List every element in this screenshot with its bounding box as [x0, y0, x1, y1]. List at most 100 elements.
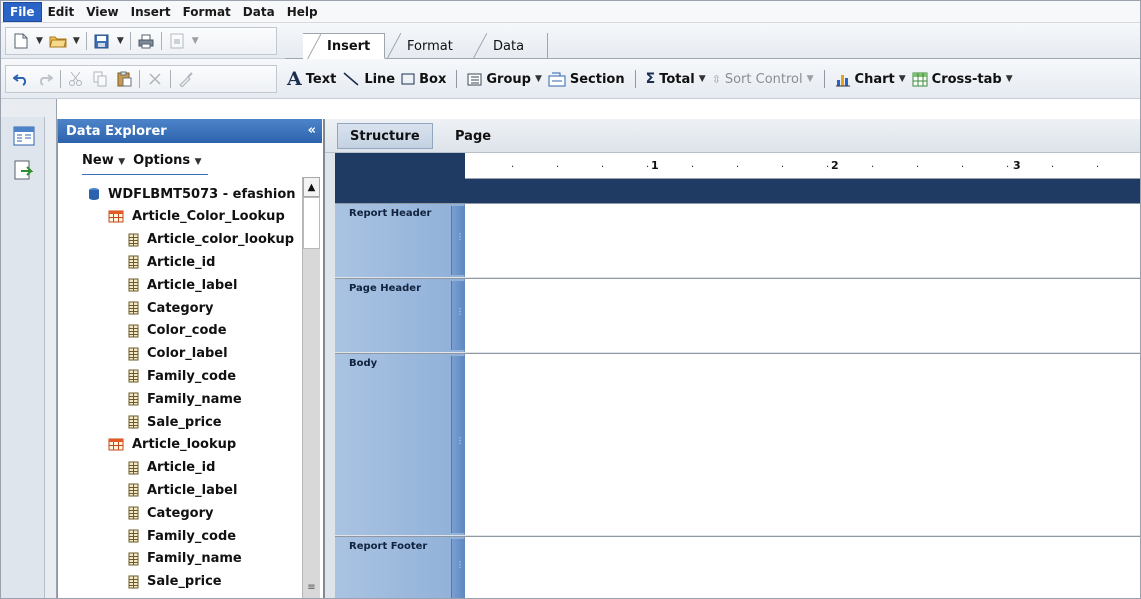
section-page-header[interactable]: Page Header ⋮ [335, 278, 1140, 352]
table-icon [108, 438, 124, 451]
insert-line-button[interactable]: Line [342, 71, 395, 87]
tree-field-item[interactable]: Family_code [128, 525, 236, 547]
crosstab-dropdown-caret-icon[interactable]: ▼ [1006, 74, 1013, 84]
field-icon [128, 347, 139, 361]
new-dropdown-caret-icon[interactable]: ▼ [36, 36, 43, 46]
tree-item-label: Category [147, 300, 214, 316]
tree-item-label: Sale_price [147, 574, 222, 590]
tree-connection-item[interactable]: WDFLBMT5073 - efashion [88, 183, 296, 205]
collapse-panel-icon[interactable]: « [308, 123, 316, 138]
section-resize-handle[interactable]: ⋮ [451, 539, 465, 598]
field-icon [128, 324, 139, 338]
tree-scrollbar[interactable]: ▲ ≡ [302, 177, 320, 598]
tree-field-item[interactable]: Article_color_lookup [128, 229, 294, 251]
tree-item-label: Color_label [147, 346, 228, 362]
save-icon[interactable] [93, 32, 111, 50]
options-menu-label: Options [133, 152, 191, 168]
scroll-grip-icon[interactable]: ≡ [303, 580, 320, 594]
section-label-panel: Page Header ⋮ [335, 279, 465, 352]
tree-field-item[interactable]: Article_label [128, 479, 237, 501]
menu-edit[interactable]: Edit [42, 3, 81, 21]
open-folder-icon[interactable] [49, 32, 67, 50]
menu-help[interactable]: Help [281, 3, 324, 21]
total-dropdown-caret-icon[interactable]: ▼ [699, 74, 706, 84]
tree-field-item[interactable]: Family_code [128, 365, 236, 387]
field-icon [128, 233, 139, 247]
cut-icon[interactable] [67, 70, 85, 88]
insert-section-button[interactable]: Section [548, 72, 625, 87]
insert-box-button[interactable]: Box [401, 72, 446, 87]
open-dropdown-caret-icon[interactable]: ▼ [73, 36, 80, 46]
delete-icon[interactable] [146, 70, 164, 88]
tree-table-item[interactable]: Article_Color_Lookup [108, 206, 285, 228]
tree-field-item[interactable]: Article_id [128, 251, 215, 273]
tree-field-item[interactable]: Category [128, 297, 213, 319]
section-label: Report Footer [349, 541, 428, 552]
redo-icon[interactable] [36, 70, 54, 88]
group-dropdown-caret-icon[interactable]: ▼ [535, 74, 542, 84]
format-painter-icon[interactable] [177, 70, 195, 88]
tree-field-item[interactable]: Article_label [128, 274, 237, 296]
insert-text-button[interactable]: A Text [287, 68, 336, 90]
data-explorer-toggle-icon[interactable] [13, 125, 35, 147]
tree-field-item[interactable]: Color_label [128, 343, 228, 365]
tree-field-item[interactable]: Family_name [128, 548, 242, 570]
new-menu-caret-icon: ▼ [118, 156, 126, 167]
tree-item-label: Sale_price [147, 414, 222, 430]
field-explorer-icon[interactable] [13, 159, 35, 181]
insert-crosstab-button[interactable]: Cross-tab ▼ [912, 72, 1013, 87]
insert-chart-button[interactable]: Chart ▼ [835, 72, 906, 87]
tree-field-item[interactable]: Category [128, 502, 213, 524]
tab-format[interactable]: Format [383, 33, 467, 59]
tree-field-item[interactable]: Article_id [128, 457, 215, 479]
scroll-thumb[interactable] [303, 197, 320, 249]
sort-control-dropdown-caret-icon[interactable]: ▼ [807, 74, 814, 84]
tree-table-item[interactable]: Article_lookup [108, 434, 236, 456]
menu-format[interactable]: Format [177, 3, 237, 21]
chart-dropdown-caret-icon[interactable]: ▼ [899, 74, 906, 84]
ruler-tick: · [781, 162, 785, 173]
tree-field-item[interactable]: Sale_price [128, 411, 222, 433]
tree-item-label: Color_code [147, 323, 227, 339]
ruler-tick: · [511, 162, 515, 173]
export-icon[interactable] [168, 32, 186, 50]
menu-data[interactable]: Data [237, 3, 281, 21]
section-report-header[interactable]: Report Header ⋮ [335, 203, 1140, 277]
insert-group-button[interactable]: Group ▼ [467, 72, 542, 87]
field-icon [128, 552, 139, 566]
section-report-footer[interactable]: Report Footer ⋮ [335, 536, 1140, 598]
tab-data[interactable]: Data [469, 33, 538, 59]
tab-insert[interactable]: Insert [303, 33, 386, 60]
section-label: Report Header [349, 208, 432, 219]
tree-field-item[interactable]: Sale_price [128, 571, 222, 593]
tree-item-label: Article_label [147, 277, 238, 293]
paste-icon[interactable] [115, 70, 133, 88]
menu-file[interactable]: File [3, 1, 42, 22]
group-icon [467, 73, 482, 85]
options-menu-button[interactable]: Options ▼ [133, 153, 201, 168]
tree-field-item[interactable]: Family_name [128, 388, 242, 410]
new-document-icon[interactable] [12, 32, 30, 50]
menu-insert[interactable]: Insert [125, 3, 177, 21]
new-menu-button[interactable]: New ▼ [82, 153, 125, 168]
scroll-up-icon[interactable]: ▲ [303, 177, 320, 197]
copy-icon[interactable] [91, 70, 109, 88]
insert-sort-control-button[interactable]: ⇳ Sort Control ▼ [712, 72, 814, 87]
explorer-menu-underline [82, 174, 208, 175]
section-body[interactable]: Body ⋮ [335, 353, 1140, 535]
section-resize-handle[interactable]: ⋮ [451, 281, 465, 350]
section-resize-handle[interactable]: ⋮ [451, 356, 465, 533]
export-dropdown-caret-icon[interactable]: ▼ [192, 36, 199, 46]
insert-items: A Text Line Box Group ▼ Section Σ Total … [287, 65, 1013, 93]
menu-bar: File Edit View Insert Format Data Help [1, 1, 1140, 23]
tab-structure[interactable]: Structure [337, 123, 433, 149]
undo-icon[interactable] [12, 70, 30, 88]
tab-page[interactable]: Page [443, 123, 503, 149]
section-resize-handle[interactable]: ⋮ [451, 206, 465, 275]
menu-view[interactable]: View [80, 3, 124, 21]
print-icon[interactable] [137, 32, 155, 50]
save-dropdown-caret-icon[interactable]: ▼ [117, 36, 124, 46]
insert-total-button[interactable]: Σ Total ▼ [646, 71, 706, 87]
tree-field-item[interactable]: Color_code [128, 320, 227, 342]
line-icon [343, 72, 359, 86]
